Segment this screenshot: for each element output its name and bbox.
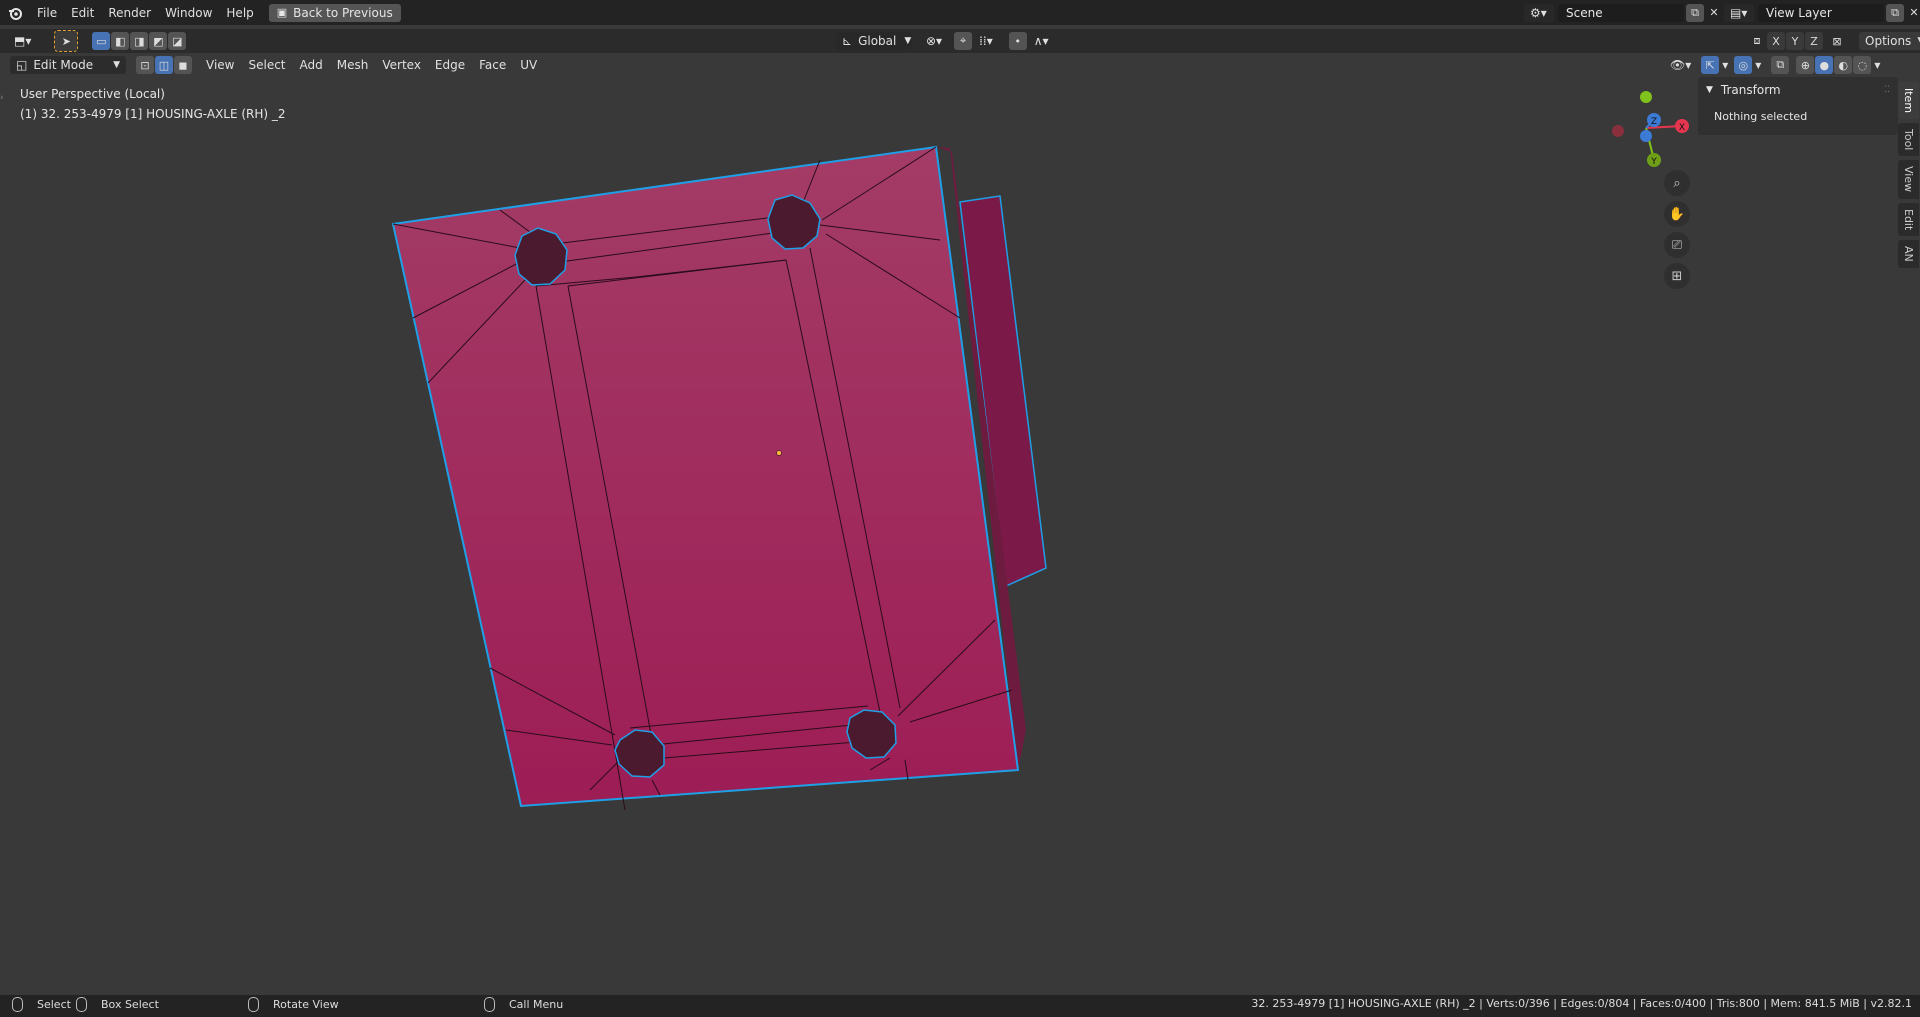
status-stats: 32. 253-4979 [1] HOUSING-AXLE (RH) _2 | … — [1251, 997, 1912, 1010]
status-select-label: Select — [37, 998, 71, 1011]
mouse-right-icon — [484, 997, 495, 1012]
status-call-menu: Call Menu — [484, 997, 563, 1012]
status-call-menu-label: Call Menu — [509, 998, 564, 1011]
mesh-main-face — [391, 145, 1020, 808]
status-rotate-view-label: Rotate View — [273, 998, 339, 1011]
tab-view[interactable]: View — [1898, 160, 1919, 199]
tab-an[interactable]: AN — [1898, 239, 1919, 268]
object-origin-marker — [776, 450, 782, 456]
status-box-select: Box Select — [76, 997, 159, 1012]
transform-panel: ▼ Transform ⁚⁚ Nothing selected — [1698, 77, 1898, 135]
zoom-view-icon[interactable]: ⌕ — [1664, 170, 1690, 196]
status-select: Select — [12, 997, 71, 1012]
tab-tool[interactable]: Tool — [1898, 123, 1919, 157]
collapse-arrow-icon: ▼ — [1706, 85, 1713, 95]
sidebar-tabs: Item Tool View Edit AN — [1898, 82, 1920, 272]
camera-view-icon[interactable]: ⎚ — [1664, 232, 1690, 258]
transform-panel-header[interactable]: ▼ Transform ⁚⁚ — [1698, 77, 1898, 103]
gizmo-x-negative — [1612, 125, 1624, 137]
navigation-gizmo[interactable]: Z X Y — [1604, 86, 1694, 176]
drag-handle-icon[interactable]: ⁚⁚ — [1884, 85, 1890, 95]
mouse-middle-icon — [248, 997, 259, 1012]
mouse-drag-icon — [76, 997, 87, 1012]
gizmo-z-label: Z — [1651, 117, 1657, 127]
tab-item[interactable]: Item — [1898, 82, 1919, 120]
gizmo-x-label: X — [1679, 123, 1685, 133]
transform-panel-title: Transform — [1720, 83, 1781, 97]
orthographic-toggle-icon[interactable]: ⊞ — [1664, 263, 1690, 289]
tab-edit[interactable]: Edit — [1898, 202, 1919, 236]
transform-panel-text: Nothing selected — [1714, 109, 1808, 123]
pan-view-icon[interactable]: ✋ — [1664, 201, 1690, 227]
gizmo-y-label: Y — [1650, 157, 1657, 167]
gizmo-y-positive — [1640, 91, 1652, 103]
gizmo-z-negative — [1640, 130, 1652, 142]
mouse-left-icon — [12, 997, 23, 1012]
status-box-select-label: Box Select — [101, 998, 159, 1011]
status-rotate-view: Rotate View — [248, 997, 339, 1012]
